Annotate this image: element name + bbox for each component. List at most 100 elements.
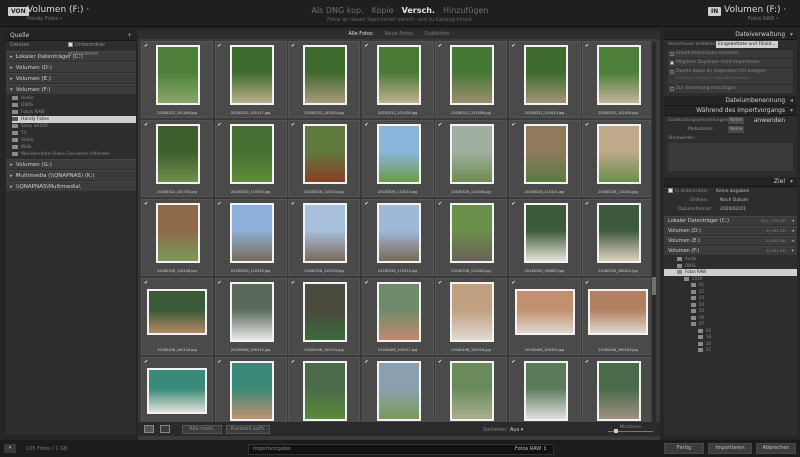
photo-thumbnail[interactable]: ✔ 20180322_101417.jpg: [214, 41, 287, 118]
checkbox-icon[interactable]: [670, 61, 674, 65]
destination-title[interactable]: Volumen (F:) ·: [724, 5, 786, 15]
loupe-view-icon[interactable]: [160, 425, 170, 433]
done-button[interactable]: Fertig: [664, 443, 704, 454]
chevron-right-icon[interactable]: ▸: [10, 182, 13, 192]
source-title[interactable]: Volumen (F:) ·: [27, 5, 89, 15]
add-icon[interactable]: +: [127, 30, 132, 41]
check-icon[interactable]: ✔: [144, 123, 148, 128]
chevron-right-icon[interactable]: ▸: [10, 160, 13, 170]
check-icon[interactable]: ✔: [218, 360, 222, 365]
photo-thumbnail[interactable]: ✔ 20180322_101650.jpg: [582, 41, 651, 118]
chevron-right-icon[interactable]: ▸: [10, 52, 13, 62]
source-folder[interactable]: DIKIS: [12, 102, 136, 109]
subfolder-name[interactable]: Keine angaben: [716, 187, 750, 196]
photo-thumbnail[interactable]: ✔ 20180326_110354.jpg: [361, 199, 434, 276]
grid-scrollbar[interactable]: [652, 42, 656, 437]
source-volume[interactable]: ▸ Volumen (E:): [6, 73, 136, 83]
destination-folder[interactable]: 21: [664, 347, 797, 354]
photo-thumbnail[interactable]: ✔ 20180322_101508.jpg: [435, 41, 507, 118]
check-icon[interactable]: ✔: [365, 281, 369, 286]
collapse-icon[interactable]: ▾: [790, 106, 793, 116]
slider-knob[interactable]: [614, 429, 618, 433]
chevron-left-icon[interactable]: ◂: [791, 217, 794, 226]
photo-thumbnail[interactable]: ✔ 20180326_110101.jpg: [508, 120, 581, 197]
photo-thumbnail[interactable]: ✔ 20180326_110024.jpg: [361, 120, 434, 197]
check-icon[interactable]: ✔: [218, 202, 222, 207]
deselect-all-button[interactable]: Auswahl aufh.: [226, 425, 270, 434]
photo-thumbnail[interactable]: ✔ 20180322_101425.jpg: [288, 41, 360, 118]
photo-thumbnail[interactable]: ✔ 20180408_100251.jpg: [361, 278, 434, 355]
source-folder[interactable]: Fotos RAW: [12, 109, 136, 116]
source-folder[interactable]: Walk: [12, 144, 136, 151]
mode-tab[interactable]: Hinzufügen: [443, 6, 489, 15]
slider-track[interactable]: [608, 429, 653, 433]
check-icon[interactable]: ✔: [218, 281, 222, 286]
check-icon[interactable]: ✔: [291, 44, 295, 49]
photo-thumbnail[interactable]: ✔ 20180326_110316.jpg: [214, 199, 287, 276]
mode-tab[interactable]: Versch.: [402, 6, 435, 15]
source-volume[interactable]: ▾ Volumen (F:): [6, 84, 136, 94]
file-handling-header[interactable]: Dateiverwaltung ▾: [664, 30, 797, 40]
source-volume[interactable]: ▸ \\QNAPNAS\Multimedia\: [6, 181, 136, 191]
rename-header[interactable]: Dateiumbenennung ◂: [664, 96, 797, 106]
check-icon[interactable]: ✔: [438, 360, 442, 365]
checkbox-icon[interactable]: [68, 42, 73, 47]
destination-volume[interactable]: Volumen (D:) 8 / 931 GB ◂: [664, 226, 797, 235]
import-button[interactable]: Importieren: [708, 443, 752, 454]
photo-thumbnail[interactable]: ✔ 20180322_101613.jpg: [508, 41, 581, 118]
mode-tab[interactable]: Kopie: [372, 6, 394, 15]
cancel-button[interactable]: Abbrechen: [756, 443, 796, 454]
check-icon[interactable]: ✔: [144, 360, 148, 365]
check-icon[interactable]: ✔: [438, 123, 442, 128]
destination-header[interactable]: Ziel ▾: [664, 177, 797, 187]
chevron-down-icon[interactable]: ▾: [10, 85, 13, 95]
photo-thumbnail[interactable]: ✔ 20180408_100352.jpg: [508, 278, 581, 355]
date-format-dropdown[interactable]: 2020/02/01: [720, 205, 746, 214]
source-volume[interactable]: ▸ Multimedia (\\QNAPNAS) (K:): [6, 170, 136, 180]
collapse-icon[interactable]: ▾: [4, 444, 16, 453]
check-icon[interactable]: ✔: [438, 44, 442, 49]
source-folder[interactable]: Video: [12, 137, 136, 144]
collapse-icon[interactable]: ▾: [790, 30, 793, 40]
sort-dropdown[interactable]: Aus ▾: [510, 427, 523, 433]
check-icon[interactable]: ✔: [144, 202, 148, 207]
scrollbar-thumb[interactable]: [652, 277, 656, 295]
check-icon[interactable]: ✔: [291, 123, 295, 128]
check-icon[interactable]: ✔: [512, 123, 516, 128]
photo-thumbnail[interactable]: ✔ 20180326_110046.jpg: [435, 120, 507, 197]
chevron-left-icon[interactable]: ◂: [791, 227, 794, 236]
source-folder[interactable]: Sony a6100: [12, 123, 136, 130]
photo-thumbnail[interactable]: ✔ 20180326_110204.jpg: [582, 120, 651, 197]
check-icon[interactable]: ✔: [365, 44, 369, 49]
check-icon[interactable]: ✔: [218, 123, 222, 128]
source-volume[interactable]: ▸ Volumen (G:): [6, 159, 136, 169]
check-icon[interactable]: ✔: [218, 44, 222, 49]
chevron-right-icon[interactable]: ▸: [10, 74, 13, 84]
check-icon[interactable]: ✔: [585, 360, 589, 365]
photo-thumbnail[interactable]: ✔ 20180330_165612.jpg: [582, 199, 651, 276]
smart-previews-option[interactable]: Smart-Vorschauen erstellen: [668, 50, 793, 58]
checkbox-icon[interactable]: [670, 52, 674, 56]
photo-thumbnail[interactable]: ✔ 20180408_100403.jpg: [582, 278, 651, 355]
grid-tab[interactable]: Alle Fotos: [348, 31, 372, 37]
photo-thumbnail[interactable]: ✔ 20180322_101409.jpg: [141, 41, 213, 118]
checkbox-icon[interactable]: [670, 70, 674, 74]
mode-tab[interactable]: Als DNG kop.: [311, 6, 363, 15]
photo-thumbnail[interactable]: ✔ 20180326_110258.jpg: [141, 199, 213, 276]
check-icon[interactable]: ✔: [291, 281, 295, 286]
destination-volume[interactable]: Volumen (E:) 8 / 931 GB ◂: [664, 236, 797, 245]
photo-thumbnail[interactable]: ✔ 20180408_100151.jpg: [288, 278, 360, 355]
source-folder[interactable]: Handy Fotos: [12, 116, 136, 123]
photo-thumbnail[interactable]: ✔ 20180408_100328.jpg: [435, 278, 507, 355]
source-header[interactable]: Quelle +: [6, 30, 136, 41]
destination-volume[interactable]: Lokaler Datenträger (C:) 9/41 / 199 GB ◂: [664, 216, 797, 225]
source-folder[interactable]: Audio: [12, 95, 136, 102]
source-folder[interactable]: Wondershare Video Converter Ultimate: [12, 151, 136, 158]
thumbnail-size-slider[interactable]: Miniaturen: [608, 424, 653, 434]
check-icon[interactable]: ✔: [512, 360, 516, 365]
check-icon[interactable]: ✔: [365, 202, 369, 207]
chevron-left-icon[interactable]: ◂: [791, 237, 794, 246]
check-icon[interactable]: ✔: [512, 202, 516, 207]
check-icon[interactable]: ✔: [585, 123, 589, 128]
photo-thumbnail[interactable]: ✔ 20180326_110333.jpg: [288, 199, 360, 276]
